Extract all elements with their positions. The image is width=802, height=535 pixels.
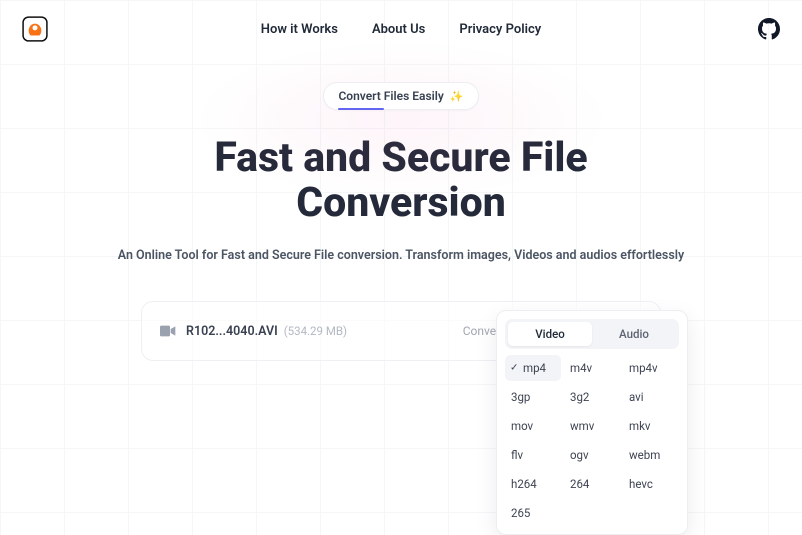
logo-icon (22, 16, 48, 42)
hero-subtitle: An Online Tool for Fast and Secure File … (0, 248, 802, 263)
format-option-webm[interactable]: webm (623, 442, 679, 468)
format-option-3g2[interactable]: 3g2 (564, 384, 620, 410)
format-option-m4v[interactable]: m4v (564, 355, 620, 381)
format-option-h264[interactable]: h264 (505, 471, 561, 497)
format-option-3gp[interactable]: 3gp (505, 384, 561, 410)
format-option-mp4[interactable]: mp4 (505, 355, 561, 381)
main-nav: How it Works About Us Privacy Policy (261, 22, 541, 37)
nav-privacy-policy[interactable]: Privacy Policy (459, 22, 541, 37)
nav-how-it-works[interactable]: How it Works (261, 22, 338, 37)
format-options-grid: mp4m4vmp4v 3gp3g2avi movwmvmkv flvogvwebm h2… (505, 355, 679, 526)
sparkle-icon: ✨ (450, 90, 464, 103)
video-file-icon (160, 324, 176, 338)
file-size: (534.29 MB) (284, 324, 347, 338)
format-option-flv[interactable]: flv (505, 442, 561, 468)
format-option-mkv[interactable]: mkv (623, 413, 679, 439)
nav-about-us[interactable]: About Us (372, 22, 425, 37)
format-option-264[interactable]: 264 (564, 471, 620, 497)
hero-badge: Convert Files Easily ✨ (323, 82, 478, 110)
tab-video[interactable]: Video (508, 322, 592, 346)
hero-badge-label: Convert Files Easily (338, 89, 443, 103)
format-option-hevc[interactable]: hevc (623, 471, 679, 497)
tab-audio[interactable]: Audio (592, 322, 676, 346)
app-header: How it Works About Us Privacy Policy (0, 0, 802, 58)
app-logo[interactable] (22, 16, 48, 42)
format-option-mov[interactable]: mov (505, 413, 561, 439)
github-icon (758, 18, 780, 40)
format-option-ogv[interactable]: ogv (564, 442, 620, 468)
file-name: R102...4040.AVI (186, 324, 278, 339)
format-option-wmv[interactable]: wmv (564, 413, 620, 439)
format-option-avi[interactable]: avi (623, 384, 679, 410)
hero-title-line1: Fast and Secure File (214, 134, 587, 182)
format-option-mp4v[interactable]: mp4v (623, 355, 679, 381)
format-popover: Video Audio mp4m4vmp4v 3gp3g2avi movwmvmkv… (496, 310, 688, 535)
hero-title: Fast and Secure File Conversion (0, 136, 802, 226)
github-link[interactable] (758, 18, 780, 40)
hero-title-line2: Conversion (296, 179, 506, 227)
format-tabs: Video Audio (505, 319, 679, 349)
